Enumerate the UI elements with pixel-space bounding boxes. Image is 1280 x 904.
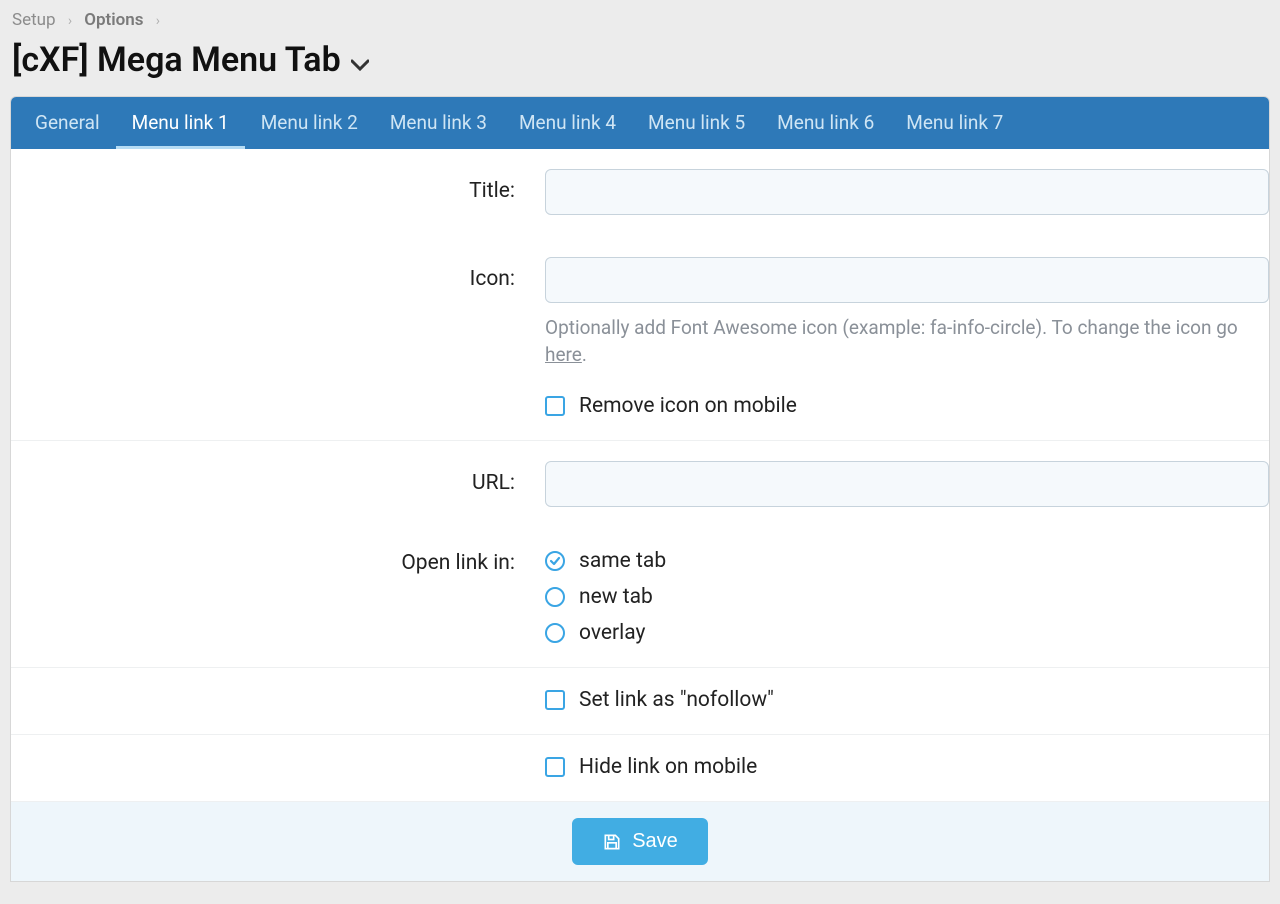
chevron-right-icon: › bbox=[156, 13, 160, 29]
title-label: Title: bbox=[11, 169, 531, 203]
save-icon bbox=[602, 832, 622, 852]
checkbox-icon bbox=[545, 757, 565, 777]
radio-same-tab[interactable]: same tab bbox=[545, 549, 1269, 573]
icon-hint-link[interactable]: here bbox=[545, 343, 582, 366]
radio-overlay[interactable]: overlay bbox=[545, 621, 1269, 645]
save-button[interactable]: Save bbox=[572, 818, 708, 865]
hide-link-mobile-label: Hide link on mobile bbox=[579, 755, 757, 779]
remove-icon-mobile-label: Remove icon on mobile bbox=[579, 394, 797, 418]
tab-general[interactable]: General bbox=[19, 97, 116, 149]
radio-new-tab[interactable]: new tab bbox=[545, 585, 1269, 609]
tab-bar: General Menu link 1 Menu link 2 Menu lin… bbox=[11, 97, 1269, 149]
chevron-right-icon: › bbox=[68, 13, 72, 29]
remove-icon-mobile-checkbox[interactable]: Remove icon on mobile bbox=[545, 394, 1269, 418]
tab-menu-link-2[interactable]: Menu link 2 bbox=[245, 97, 374, 149]
nofollow-label: Set link as "nofollow" bbox=[579, 688, 774, 712]
tab-menu-link-1[interactable]: Menu link 1 bbox=[116, 97, 245, 149]
page-title[interactable]: [cXF] Mega Menu Tab bbox=[12, 40, 369, 80]
title-input[interactable] bbox=[545, 169, 1269, 215]
radio-icon bbox=[545, 587, 565, 607]
tab-menu-link-7[interactable]: Menu link 7 bbox=[890, 97, 1019, 149]
tab-menu-link-5[interactable]: Menu link 5 bbox=[632, 97, 761, 149]
checkbox-icon bbox=[545, 396, 565, 416]
breadcrumb: Setup › Options › bbox=[0, 0, 1280, 36]
icon-label: Icon: bbox=[11, 257, 531, 291]
caret-down-icon bbox=[351, 40, 369, 80]
url-label: URL: bbox=[11, 461, 531, 495]
tab-menu-link-3[interactable]: Menu link 3 bbox=[374, 97, 503, 149]
open-link-in-label: Open link in: bbox=[11, 549, 531, 575]
breadcrumb-setup[interactable]: Setup bbox=[12, 10, 56, 30]
icon-input[interactable] bbox=[545, 257, 1269, 303]
radio-icon bbox=[545, 623, 565, 643]
footer: Save bbox=[11, 802, 1269, 881]
page-title-text: [cXF] Mega Menu Tab bbox=[12, 40, 341, 80]
form-body: Title: Icon: Optionally add Font Awesome… bbox=[11, 149, 1269, 801]
radio-checked-icon bbox=[545, 551, 565, 571]
breadcrumb-options[interactable]: Options bbox=[84, 10, 143, 30]
hide-link-mobile-checkbox[interactable]: Hide link on mobile bbox=[545, 755, 1269, 779]
nofollow-checkbox[interactable]: Set link as "nofollow" bbox=[545, 688, 1269, 712]
options-panel: General Menu link 1 Menu link 2 Menu lin… bbox=[10, 96, 1270, 882]
tab-menu-link-6[interactable]: Menu link 6 bbox=[761, 97, 890, 149]
icon-hint: Optionally add Font Awesome icon (exampl… bbox=[545, 315, 1269, 368]
tab-menu-link-4[interactable]: Menu link 4 bbox=[503, 97, 632, 149]
checkbox-icon bbox=[545, 690, 565, 710]
url-input[interactable] bbox=[545, 461, 1269, 507]
